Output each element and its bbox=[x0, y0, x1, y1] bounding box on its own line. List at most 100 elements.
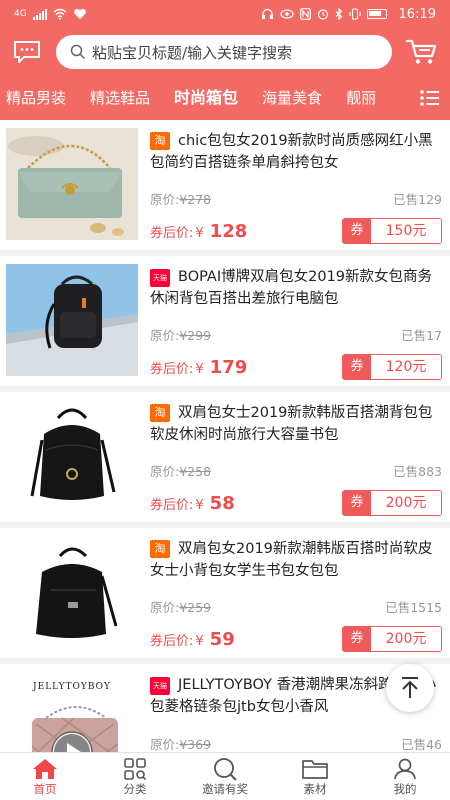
status-time: 16:19 bbox=[398, 6, 436, 22]
product-card[interactable]: 淘双肩包女2019新款潮韩版百搭时尚软皮女士小背包女学生书包女包包 原价:¥25… bbox=[0, 528, 450, 658]
original-price: 原价:¥259 bbox=[150, 597, 211, 616]
invite-search-icon bbox=[212, 757, 238, 781]
product-title-text: chic包包女2019新款时尚质感网红小黑包简约百搭链条单肩斜挎包女 bbox=[150, 133, 433, 171]
original-price-value: ¥258 bbox=[179, 464, 212, 479]
product-image[interactable]: JELLYTOYBOY bbox=[6, 672, 138, 752]
tab-beauty[interactable]: 靓丽 bbox=[346, 76, 376, 120]
message-icon[interactable] bbox=[10, 37, 44, 67]
coupon-price-value: 179 bbox=[209, 356, 248, 378]
nav-category[interactable]: 分类 bbox=[90, 753, 180, 800]
original-price-label: 原价: bbox=[150, 464, 180, 479]
coupon-price-label: 券后价: bbox=[150, 361, 194, 377]
original-price-value: ¥259 bbox=[179, 600, 212, 615]
coupon-price-label: 券后价: bbox=[150, 225, 194, 241]
category-icon bbox=[123, 757, 147, 781]
product-title-text: 双肩包女士2019新款韩版百搭潮背包包软皮休闲时尚旅行大容量书包 bbox=[150, 405, 433, 443]
coupon-tag: 券 bbox=[343, 355, 371, 379]
header: 粘贴宝贝标题/输入关键字搜索 bbox=[0, 28, 450, 76]
bottom-nav: 首页 分类 邀请有奖 素材 我的 bbox=[0, 752, 450, 800]
coupon-button[interactable]: 券 200元 bbox=[342, 626, 442, 652]
coupon-price-value: 58 bbox=[209, 492, 235, 514]
original-price: 原价:¥258 bbox=[150, 461, 211, 480]
product-card[interactable]: JELLYTOYBOY 天猫 JELLYTOYBOY 香港潮牌果冻斜跨包女小包菱格… bbox=[0, 664, 450, 752]
nav-label: 邀请有奖 bbox=[202, 781, 248, 796]
original-price-value: ¥299 bbox=[179, 328, 212, 343]
nav-label: 分类 bbox=[123, 781, 147, 796]
status-right: 16:19 bbox=[261, 7, 436, 22]
product-meta: 原价:¥258 已售883 bbox=[150, 461, 442, 480]
original-price: 原价:¥369 bbox=[150, 734, 211, 752]
product-title[interactable]: 淘双肩包女士2019新款韩版百搭潮背包包软皮休闲时尚旅行大容量书包 bbox=[150, 400, 442, 443]
home-icon bbox=[32, 757, 58, 781]
original-price-label: 原价: bbox=[150, 737, 180, 752]
product-title[interactable]: 天猫 BOPAI博牌双肩包女2019新款女包商务休闲背包百搭出差旅行电脑包 bbox=[150, 264, 442, 307]
tab-menswear[interactable]: 精品男装 bbox=[6, 76, 66, 120]
vibrate-icon bbox=[348, 8, 361, 20]
tabs-track: 精品男装 精选鞋品 时尚箱包 海量美食 靓丽 bbox=[0, 76, 400, 120]
status-bar: 4G 16:19 bbox=[0, 0, 450, 28]
original-price: 原价:¥299 bbox=[150, 325, 211, 344]
nav-invite[interactable]: 邀请有奖 bbox=[180, 753, 270, 800]
product-card[interactable]: 淘 chic包包女2019新款时尚质感网红小黑包简约百搭链条单肩斜挎包女 原价:¥… bbox=[0, 120, 450, 250]
product-meta: 原价:¥259 已售1515 bbox=[150, 597, 442, 616]
product-title-text: BOPAI博牌双肩包女2019新款女包商务休闲背包百搭出差旅行电脑包 bbox=[150, 269, 433, 307]
cart-icon[interactable] bbox=[404, 35, 440, 69]
alarm-icon bbox=[317, 9, 328, 20]
nav-home[interactable]: 首页 bbox=[0, 753, 90, 800]
coupon-tag: 券 bbox=[343, 491, 371, 515]
product-title[interactable]: 淘双肩包女2019新款潮韩版百搭时尚软皮女士小背包女学生书包女包包 bbox=[150, 536, 442, 579]
user-icon bbox=[393, 757, 417, 781]
price-row: 券后价: ¥59 券 200元 bbox=[150, 626, 442, 652]
search-input[interactable]: 粘贴宝贝标题/输入关键字搜索 bbox=[56, 35, 392, 69]
wifi-icon bbox=[53, 8, 67, 20]
product-title[interactable]: 淘 chic包包女2019新款时尚质感网红小黑包简约百搭链条单肩斜挎包女 bbox=[150, 128, 442, 171]
play-icon[interactable] bbox=[52, 732, 92, 752]
product-title-text: 双肩包女2019新款潮韩版百搭时尚软皮女士小背包女学生书包女包包 bbox=[150, 541, 433, 579]
coupon-button[interactable]: 券 200元 bbox=[342, 490, 442, 516]
bluetooth-icon bbox=[335, 8, 342, 20]
currency-symbol: ¥ bbox=[195, 225, 204, 241]
product-card[interactable]: 淘双肩包女士2019新款韩版百搭潮背包包软皮休闲时尚旅行大容量书包 原价:¥25… bbox=[0, 392, 450, 522]
coupon-price-label: 券后价: bbox=[150, 497, 194, 513]
image-brand-text: JELLYTOYBOY bbox=[33, 682, 111, 692]
nav-materials[interactable]: 素材 bbox=[270, 753, 360, 800]
product-image[interactable] bbox=[6, 536, 138, 648]
folder-icon bbox=[302, 757, 328, 781]
product-meta: 原价:¥278 已售129 bbox=[150, 189, 442, 208]
arrow-up-icon bbox=[402, 677, 418, 698]
coupon-value: 200元 bbox=[371, 627, 441, 651]
currency-symbol: ¥ bbox=[195, 361, 204, 377]
nav-label: 素材 bbox=[303, 781, 327, 796]
coupon-price-label: 券后价: bbox=[150, 633, 194, 649]
category-tabs: 精品男装 精选鞋品 时尚箱包 海量美食 靓丽 bbox=[0, 76, 450, 120]
product-meta: 原价:¥299 已售17 bbox=[150, 325, 442, 344]
nav-profile[interactable]: 我的 bbox=[360, 753, 450, 800]
coupon-price: 券后价: ¥128 bbox=[150, 221, 247, 242]
signal-label: 4G bbox=[14, 9, 27, 19]
product-image[interactable] bbox=[6, 264, 138, 376]
tab-food[interactable]: 海量美食 bbox=[262, 76, 322, 120]
tabs-menu-icon[interactable] bbox=[410, 76, 450, 120]
original-price: 原价:¥278 bbox=[150, 189, 211, 208]
back-to-top-button[interactable] bbox=[386, 664, 434, 712]
coupon-button[interactable]: 券 120元 bbox=[342, 354, 442, 380]
sold-count: 已售17 bbox=[401, 328, 442, 343]
tmall-badge-icon: 天猫 bbox=[150, 677, 170, 695]
coupon-price-value: 128 bbox=[209, 220, 248, 242]
product-image[interactable] bbox=[6, 128, 138, 240]
eye-icon bbox=[279, 9, 294, 19]
coupon-button[interactable]: 券 150元 bbox=[342, 218, 442, 244]
product-card[interactable]: 天猫 BOPAI博牌双肩包女2019新款女包商务休闲背包百搭出差旅行电脑包 原价:… bbox=[0, 256, 450, 386]
original-price-label: 原价: bbox=[150, 328, 180, 343]
tab-bags[interactable]: 时尚箱包 bbox=[174, 76, 238, 120]
tab-shoes[interactable]: 精选鞋品 bbox=[90, 76, 150, 120]
signal-bars-icon bbox=[32, 8, 47, 20]
nav-label: 我的 bbox=[393, 781, 417, 796]
sold-count: 已售46 bbox=[401, 737, 442, 752]
price-row: 券后价: ¥128 券 150元 bbox=[150, 218, 442, 244]
product-image[interactable] bbox=[6, 400, 138, 512]
nfc-icon bbox=[299, 8, 311, 20]
taobao-badge-icon: 淘 bbox=[150, 540, 170, 558]
sold-count: 已售1515 bbox=[385, 600, 442, 615]
coupon-value: 150元 bbox=[371, 219, 441, 243]
